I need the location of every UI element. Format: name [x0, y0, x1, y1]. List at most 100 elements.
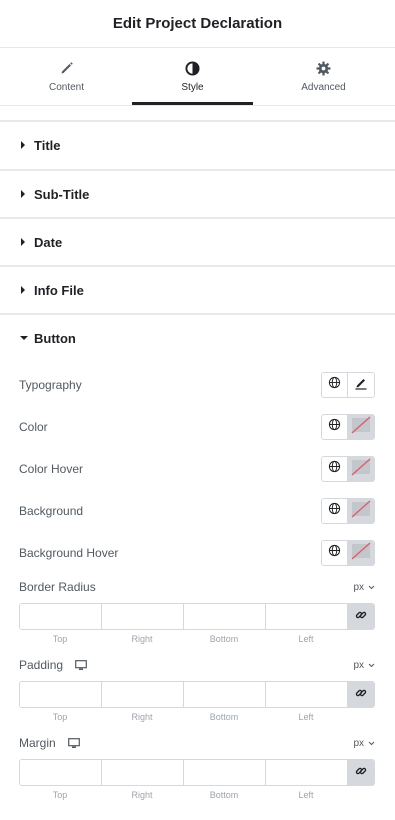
- side-label-left: Left: [298, 790, 314, 800]
- tab-bar: Content Style Advanced: [0, 48, 395, 106]
- side-label-left: Left: [298, 634, 314, 644]
- section-label: Date: [34, 234, 63, 250]
- globe-icon: [328, 376, 341, 394]
- padding-left-input[interactable]: [266, 682, 348, 707]
- globe-icon: [328, 418, 341, 436]
- tab-label: Advanced: [301, 82, 346, 93]
- section-date[interactable]: Date: [0, 218, 395, 266]
- color-hover-buttons: [321, 456, 375, 482]
- global-button[interactable]: [322, 457, 348, 481]
- link-icon: [355, 608, 367, 626]
- side-label-top: Top: [52, 712, 68, 722]
- section-label: Sub-Title: [34, 186, 90, 202]
- tab-advanced[interactable]: Advanced: [263, 48, 384, 105]
- unit-value: px: [353, 737, 364, 749]
- border-radius-side-labels: Top Right Bottom Left: [19, 634, 348, 646]
- side-label-right: Right: [131, 712, 153, 722]
- color-picker-swatch[interactable]: [347, 457, 374, 481]
- border-radius-top-input[interactable]: [20, 604, 102, 629]
- global-button[interactable]: [322, 415, 348, 439]
- section-sub-title[interactable]: Sub-Title: [0, 170, 395, 218]
- control-label-text: Padding: [19, 658, 64, 672]
- empty-color-icon: [351, 500, 371, 523]
- margin-header: Margin px: [19, 736, 375, 750]
- section-button[interactable]: Button: [0, 314, 395, 362]
- link-values-button[interactable]: [348, 682, 374, 707]
- padding-top-input[interactable]: [20, 682, 102, 707]
- link-values-button[interactable]: [348, 604, 374, 629]
- control-label: Margin: [19, 736, 80, 750]
- control-label-text: Margin: [19, 736, 56, 750]
- side-label-right: Right: [131, 790, 153, 800]
- side-label-bottom: Bottom: [209, 790, 239, 800]
- margin-bottom-input[interactable]: [184, 760, 266, 785]
- typography-control: Typography: [19, 371, 375, 399]
- unit-selector[interactable]: px: [353, 660, 375, 671]
- control-label: Background: [19, 504, 84, 518]
- border-radius-bottom-input[interactable]: [184, 604, 266, 629]
- side-label-right: Right: [131, 634, 153, 644]
- control-label: Background Hover: [19, 546, 119, 560]
- unit-value: px: [353, 659, 364, 671]
- color-control: Color: [19, 413, 375, 441]
- chevron-down-icon: [368, 741, 375, 746]
- globe-icon: [328, 544, 341, 562]
- margin-right-input[interactable]: [102, 760, 184, 785]
- margin-inputs: [19, 759, 375, 786]
- tab-content[interactable]: Content: [6, 48, 127, 105]
- globe-icon: [328, 502, 341, 520]
- desktop-icon[interactable]: [75, 659, 87, 671]
- border-radius-left-input[interactable]: [266, 604, 348, 629]
- side-label-top: Top: [52, 634, 68, 644]
- color-picker-swatch[interactable]: [347, 415, 374, 439]
- color-picker-swatch[interactable]: [347, 499, 374, 523]
- side-label-top: Top: [52, 790, 68, 800]
- background-buttons: [321, 498, 375, 524]
- unit-value: px: [353, 581, 364, 593]
- panel-header: Edit Project Declaration: [0, 0, 395, 48]
- control-label: Padding: [19, 658, 87, 672]
- contrast-icon: [185, 60, 201, 76]
- margin-side-labels: Top Right Bottom Left: [19, 790, 348, 802]
- border-radius-inputs: [19, 603, 375, 630]
- padding-right-input[interactable]: [102, 682, 184, 707]
- gear-icon: [316, 60, 332, 76]
- control-label: Color: [19, 420, 48, 434]
- empty-color-icon: [351, 458, 371, 481]
- section-label: Title: [34, 137, 61, 153]
- section-info-file[interactable]: Info File: [0, 266, 395, 314]
- background-control: Background: [19, 497, 375, 525]
- padding-bottom-input[interactable]: [184, 682, 266, 707]
- padding-inputs: [19, 681, 375, 708]
- caret-right-icon: [20, 141, 34, 149]
- typography-buttons: [321, 372, 375, 398]
- link-icon: [355, 764, 367, 782]
- chevron-down-icon: [368, 663, 375, 668]
- unit-selector[interactable]: px: [353, 738, 375, 749]
- side-label-bottom: Bottom: [209, 712, 239, 722]
- margin-top-input[interactable]: [20, 760, 102, 785]
- control-label: Typography: [19, 378, 82, 392]
- control-label: Border Radius: [19, 580, 96, 594]
- edit-typography-button[interactable]: [348, 373, 374, 397]
- global-button[interactable]: [322, 541, 348, 565]
- link-icon: [355, 686, 367, 704]
- section-title[interactable]: Title: [0, 121, 395, 169]
- color-hover-control: Color Hover: [19, 455, 375, 483]
- section-label: Button: [34, 330, 76, 346]
- global-button[interactable]: [322, 373, 348, 397]
- tab-style[interactable]: Style: [132, 48, 253, 105]
- chevron-down-icon: [368, 585, 375, 590]
- link-values-button[interactable]: [348, 760, 374, 785]
- border-radius-right-input[interactable]: [102, 604, 184, 629]
- control-label: Color Hover: [19, 462, 84, 476]
- side-label-left: Left: [298, 712, 314, 722]
- global-button[interactable]: [322, 499, 348, 523]
- desktop-icon[interactable]: [67, 737, 80, 749]
- pencil-icon: [59, 60, 75, 76]
- margin-left-input[interactable]: [266, 760, 348, 785]
- background-hover-buttons: [321, 540, 375, 566]
- section-label: Info File: [34, 282, 84, 298]
- unit-selector[interactable]: px: [353, 582, 375, 593]
- color-picker-swatch[interactable]: [347, 541, 374, 565]
